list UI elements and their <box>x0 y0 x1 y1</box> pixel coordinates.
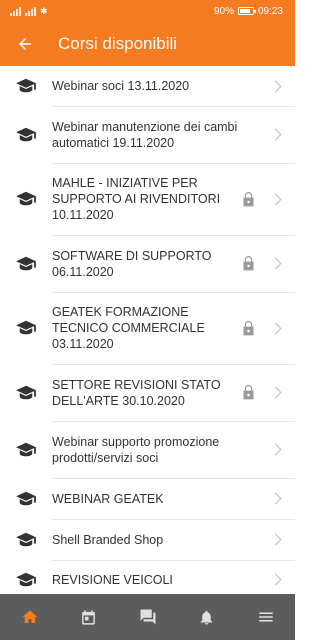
calendar-icon <box>82 609 95 625</box>
nav-menu[interactable] <box>246 597 286 637</box>
back-button[interactable] <box>14 33 36 55</box>
course-row[interactable]: Webinar manutenzione dei cambi automatic… <box>0 106 295 164</box>
chevron-right-icon <box>267 443 287 456</box>
course-title: Shell Branded Shop <box>52 532 164 547</box>
graduation-cap-icon <box>0 531 52 549</box>
course-list: Webinar soci 13.11.2020 Webinar manutenzi… <box>0 66 295 594</box>
signal-icon <box>10 6 21 16</box>
course-row[interactable]: Shell Branded Shop <box>0 519 295 561</box>
graduation-cap-icon <box>0 490 52 508</box>
nav-calendar[interactable] <box>69 597 109 637</box>
course-row[interactable]: MAHLE - INIZIATIVE PER SUPPORTO AI RIVEN… <box>0 163 295 236</box>
graduation-cap-icon <box>0 571 52 589</box>
course-title: WEBINAR GEATEK <box>52 491 164 506</box>
course-row[interactable]: WEBINAR GEATEK <box>0 478 295 520</box>
arrow-left-icon <box>19 38 31 50</box>
course-title: REVISIONE VEICOLI <box>52 572 173 587</box>
chevron-right-icon <box>267 573 287 586</box>
chevron-right-icon <box>267 533 287 546</box>
lock-icon <box>237 384 259 401</box>
bluetooth-icon: ✱ <box>40 5 48 16</box>
signal-indicators: ✱ <box>10 6 48 17</box>
chevron-right-icon <box>267 321 287 335</box>
graduation-cap-icon <box>0 441 52 459</box>
course-title: Webinar manutenzione dei cambi automatic… <box>52 119 238 150</box>
course-title: SOFTWARE DI SUPPORTO 06.11.2020 <box>52 248 212 279</box>
nav-notifications[interactable] <box>187 597 227 637</box>
bell-icon <box>200 610 213 625</box>
graduation-cap-icon <box>0 77 52 95</box>
course-title: SETTORE REVISIONI STATO DELL'ARTE 30.10.… <box>52 377 221 408</box>
clock: 09:23 <box>257 5 283 17</box>
course-row[interactable]: Webinar supporto promozione prodotti/ser… <box>0 421 295 479</box>
nav-home[interactable] <box>10 597 50 637</box>
signal-icon-2 <box>25 6 36 16</box>
lock-icon <box>237 191 259 208</box>
lock-icon <box>237 255 259 272</box>
page-title: Corsi disponibili <box>58 34 178 53</box>
course-title: GEATEK FORMAZIONE TECNICO COMMERCIALE 03… <box>52 305 205 351</box>
nav-messages[interactable] <box>128 597 168 637</box>
chat-icon <box>140 609 155 625</box>
status-bar: ✱ 90% 09:23 <box>0 0 295 22</box>
bottom-navigation <box>0 594 295 640</box>
graduation-cap-icon <box>0 319 52 337</box>
chevron-right-icon <box>267 386 287 399</box>
course-title: Webinar supporto promozione prodotti/ser… <box>52 434 220 465</box>
chevron-right-icon <box>267 79 287 93</box>
status-right: 90% 09:23 <box>214 6 283 17</box>
chevron-right-icon <box>267 192 287 206</box>
course-row[interactable]: Webinar soci 13.11.2020 <box>0 66 295 107</box>
app-bar: Corsi disponibili <box>0 22 295 66</box>
graduation-cap-icon <box>0 255 52 273</box>
battery-percent: 90% <box>213 5 234 17</box>
battery-icon <box>237 7 256 15</box>
graduation-cap-icon <box>0 384 52 402</box>
course-title: MAHLE - INIZIATIVE PER SUPPORTO AI RIVEN… <box>52 176 221 222</box>
chevron-right-icon <box>267 257 287 270</box>
lock-icon <box>237 320 259 337</box>
home-icon <box>22 610 37 623</box>
course-row[interactable]: GEATEK FORMAZIONE TECNICO COMMERCIALE 03… <box>0 292 295 365</box>
chevron-right-icon <box>267 128 287 141</box>
course-row[interactable]: REVISIONE VEICOLI <box>0 560 295 594</box>
course-row[interactable]: SETTORE REVISIONI STATO DELL'ARTE 30.10.… <box>0 364 295 422</box>
course-title: Webinar soci 13.11.2020 <box>52 79 190 93</box>
menu-icon <box>258 612 273 622</box>
chevron-right-icon <box>267 492 287 505</box>
graduation-cap-icon <box>0 190 52 208</box>
graduation-cap-icon <box>0 126 52 144</box>
course-row[interactable]: SOFTWARE DI SUPPORTO 06.11.2020 <box>0 235 295 293</box>
